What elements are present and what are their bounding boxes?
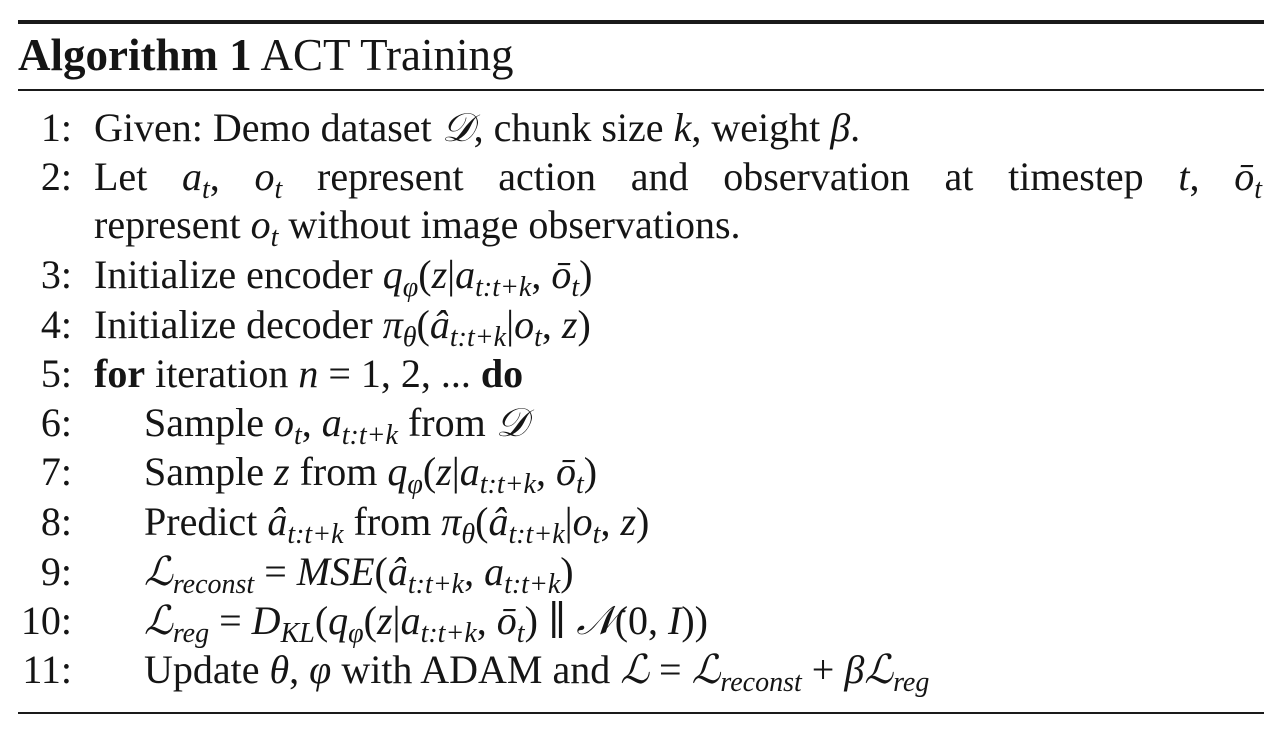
line-content: Update θ, φ with ADAM and ℒ = ℒreconst +… bbox=[144, 647, 930, 698]
line-content: for iteration n = 1, 2, ... do bbox=[94, 351, 524, 396]
top-rule bbox=[18, 20, 1264, 24]
algorithm-line-9: 9: ℒreconst = MSE(ât:t+k, at:t+k) bbox=[0, 548, 1280, 600]
line-content: Given: Demo dataset 𝒟, chunk size k, wei… bbox=[94, 105, 861, 151]
algorithm-line-5: 5: for iteration n = 1, 2, ... do bbox=[0, 350, 1280, 398]
algorithm-line-2: 2: Let at, ot represent action and obser… bbox=[0, 153, 1280, 205]
algorithm-line-1: 1: Given: Demo dataset 𝒟, chunk size k, … bbox=[0, 104, 1280, 152]
line-number: 1: bbox=[40, 105, 72, 150]
line-number: 8: bbox=[40, 499, 72, 544]
line-number: 10: bbox=[20, 598, 72, 643]
algorithm-title: Algorithm 1 ACT Training bbox=[18, 27, 514, 83]
line-number: 7: bbox=[40, 449, 72, 494]
algorithm-line-3: 3: Initialize encoder qφ(z|at:t+k, ōt) bbox=[0, 251, 1280, 303]
algorithm-line-10: 10: ℒreg = DKL(qφ(z|at:t+k, ōt) ∥ 𝒩(0, I… bbox=[0, 597, 1280, 649]
algorithm-line-11: 11: Update θ, φ with ADAM and ℒ = ℒrecon… bbox=[0, 646, 1280, 698]
line-number: 5: bbox=[40, 351, 72, 396]
algorithm-line-6: 6: Sample ot, at:t+k from 𝒟 bbox=[0, 399, 1280, 451]
algorithm-line-7: 7: Sample z from qφ(z|at:t+k, ōt) bbox=[0, 448, 1280, 500]
line-number: 2: bbox=[40, 154, 72, 199]
algorithm-line-4: 4: Initialize decoder πθ(ât:t+k|ot, z) bbox=[0, 301, 1280, 353]
algorithm-label: Algorithm 1 bbox=[18, 30, 252, 80]
line-number: 4: bbox=[40, 302, 72, 347]
algorithm-name: ACT Training bbox=[260, 30, 514, 80]
line-number: 6: bbox=[40, 400, 72, 445]
title-rule bbox=[18, 89, 1264, 91]
algorithm-line-2-continued: represent ot without image observations. bbox=[0, 201, 1280, 253]
line-number: 9: bbox=[40, 549, 72, 594]
line-number: 11: bbox=[22, 647, 72, 692]
bottom-rule bbox=[18, 712, 1264, 714]
line-number: 3: bbox=[40, 252, 72, 297]
algorithm-line-8: 8: Predict ât:t+k from πθ(ât:t+k|ot, z) bbox=[0, 498, 1280, 550]
